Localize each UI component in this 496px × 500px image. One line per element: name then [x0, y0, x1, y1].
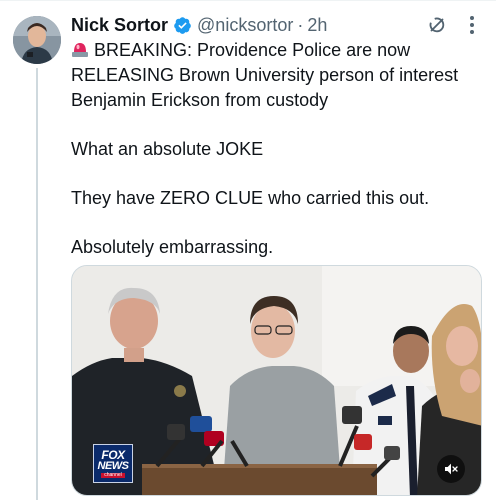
fox-logo-line2: NEWS: [97, 460, 130, 472]
grok-icon[interactable]: [426, 14, 448, 36]
fox-logo-line3: channel: [101, 473, 125, 478]
video-frame: [72, 266, 481, 495]
author-handle[interactable]: @nicksortor: [197, 15, 293, 36]
top-divider: [0, 0, 496, 1]
fox-news-logo: FOX NEWS channel: [93, 444, 133, 483]
more-options-icon[interactable]: [461, 14, 483, 36]
tweet-line-6: Absolutely embarrassing.: [71, 237, 274, 257]
avatar[interactable]: [13, 16, 61, 64]
tweet-line-4: What an absolute JOKE: [71, 139, 264, 159]
mute-button[interactable]: [437, 455, 465, 483]
tweet-text: BREAKING: Providence Police are now RELE…: [71, 38, 481, 260]
tweet-line-3: Benjamin Erickson from custody: [71, 90, 329, 110]
siren-emoji: [72, 43, 88, 57]
tweet-line-5: They have ZERO CLUE who carried this out…: [71, 188, 430, 208]
tweet-time[interactable]: 2h: [307, 15, 327, 36]
tweet-line-2: RELEASING Brown University person of int…: [71, 65, 459, 85]
tweet-line-1-text: BREAKING: Providence Police are now: [94, 40, 411, 60]
video-player[interactable]: FOX NEWS channel: [71, 265, 482, 496]
mute-icon: [445, 463, 458, 475]
separator-dot: ·: [297, 14, 304, 35]
thread-line: [36, 68, 38, 500]
verified-badge-icon: [174, 16, 191, 34]
tweet-line-1: BREAKING: Providence Police are now: [71, 38, 481, 63]
tweet-header: Nick Sortor @nicksortor · 2h: [71, 12, 327, 38]
author-name[interactable]: Nick Sortor: [71, 15, 168, 36]
